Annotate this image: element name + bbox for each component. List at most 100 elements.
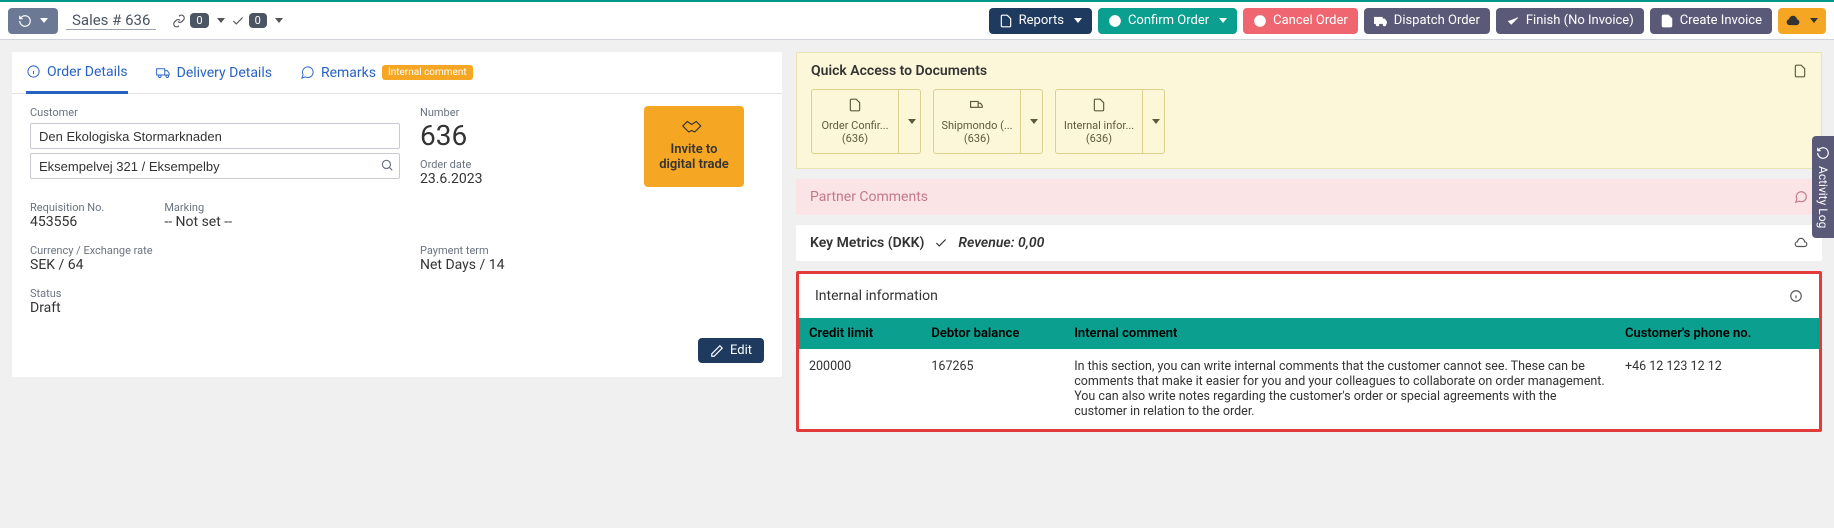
edit-button[interactable]: Edit (698, 338, 764, 363)
internal-info-panel: Internal information Credit limit Debtor… (796, 271, 1822, 432)
invite-label-2: digital trade (659, 157, 729, 172)
doc-name: Order Confir... (816, 119, 894, 132)
tab-label: Remarks (321, 65, 376, 81)
td-comment: In this section, you can write internal … (1064, 349, 1615, 429)
status-val: Draft (30, 300, 400, 316)
key-metrics-panel[interactable]: Key Metrics (DKK) Revenue: 0,00 (796, 225, 1822, 261)
check-pill[interactable]: 0 (231, 13, 283, 28)
check-count: 0 (249, 13, 267, 28)
check-icon (934, 236, 948, 250)
right-column: Quick Access to Documents Order Confir..… (796, 52, 1822, 432)
link-pill[interactable]: 0 (172, 13, 224, 28)
document-icon (999, 14, 1013, 28)
marking-val: -- Not set -- (164, 214, 232, 230)
number-label: Number (420, 106, 624, 119)
req-marking-row: Requisition No. 453556 Marking -- Not se… (30, 201, 400, 230)
number-val: 636 (420, 119, 624, 152)
doc-name: Shipmondo (... (938, 119, 1016, 132)
cancel-icon (1253, 14, 1267, 28)
orderdate-val: 23.6.2023 (420, 171, 624, 187)
dispatch-button[interactable]: Dispatch Order (1364, 8, 1490, 34)
customer-label: Customer (30, 106, 400, 119)
th-debtor: Debtor balance (921, 318, 1064, 349)
dispatch-label: Dispatch Order (1394, 13, 1480, 28)
reports-button[interactable]: Reports (989, 8, 1092, 34)
sales-title[interactable]: Sales # 636 (66, 11, 156, 30)
tab-delivery-details[interactable]: Delivery Details (156, 52, 272, 93)
payterm-block: Payment term Net Days / 14 (420, 244, 624, 316)
activity-log-label: Activity Log (1816, 166, 1830, 228)
main-area: Order Details Delivery Details Remarks I… (0, 40, 1834, 444)
invite-button[interactable]: Invite todigital trade (644, 106, 744, 187)
payterm-val: Net Days / 14 (420, 257, 624, 273)
top-bar: Sales # 636 0 0 Reports Confirm Order Ca (0, 0, 1834, 40)
edit-label: Edit (730, 343, 752, 358)
table-row: 200000 167265 In this section, you can w… (799, 349, 1819, 429)
chevron-down-icon (908, 119, 916, 124)
doc-num: (636) (964, 132, 990, 145)
td-phone: +46 12 123 12 12 (1615, 349, 1819, 429)
th-comment: Internal comment (1064, 318, 1615, 349)
top-bar-right: Reports Confirm Order Cancel Order Dispa… (989, 8, 1826, 34)
internal-info-table: Credit limit Debtor balance Internal com… (799, 318, 1819, 429)
check-circle-icon (1108, 14, 1122, 28)
history-button[interactable] (8, 8, 58, 34)
activity-log-tab[interactable]: Activity Log (1812, 136, 1834, 238)
marking-label: Marking (164, 201, 232, 214)
invite-label-1: Invite to (670, 142, 717, 157)
currency-block: Currency / Exchange rate SEK / 64 Status… (30, 244, 400, 316)
doc-card-row: Order Confir... (636) Shipmondo (... (63… (811, 89, 1807, 154)
cloud-button[interactable] (1778, 8, 1826, 34)
info-icon[interactable] (1789, 289, 1803, 303)
document-icon[interactable] (1793, 64, 1807, 78)
history-icon (18, 14, 32, 28)
doc-card-order-confirmation[interactable]: Order Confir... (636) (811, 89, 921, 154)
doc-dropdown[interactable] (1020, 90, 1042, 153)
customer-address-input[interactable] (30, 153, 400, 179)
doc-card-shipmondo[interactable]: Shipmondo (... (636) (933, 89, 1043, 154)
search-icon[interactable] (380, 158, 394, 172)
currency-val: SEK / 64 (30, 257, 400, 273)
chevron-down-icon (40, 18, 48, 23)
remarks-tag: Internal comment (382, 65, 473, 80)
reports-label: Reports (1019, 13, 1064, 28)
check-icon (1506, 14, 1520, 28)
doc-num: (636) (842, 132, 868, 145)
payterm-label: Payment term (420, 244, 624, 257)
chat-icon (1794, 190, 1808, 204)
chevron-down-icon (1030, 119, 1038, 124)
td-debtor: 167265 (921, 349, 1064, 429)
order-card: Order Details Delivery Details Remarks I… (12, 52, 782, 377)
truck-icon (156, 65, 171, 80)
create-invoice-label: Create Invoice (1680, 13, 1762, 28)
confirm-label: Confirm Order (1128, 13, 1209, 28)
doc-card-internal-info[interactable]: Internal infor... (636) (1055, 89, 1165, 154)
doc-name: Internal infor... (1060, 119, 1138, 132)
doc-dropdown[interactable] (898, 90, 920, 153)
link-count: 0 (190, 13, 208, 28)
quick-access-title: Quick Access to Documents (811, 63, 987, 79)
th-phone: Customer's phone no. (1615, 318, 1819, 349)
tabs-row: Order Details Delivery Details Remarks I… (12, 52, 782, 94)
cancel-button[interactable]: Cancel Order (1243, 8, 1358, 34)
revenue: Revenue: 0,00 (958, 235, 1044, 251)
doc-dropdown[interactable] (1142, 90, 1164, 153)
create-invoice-button[interactable]: Create Invoice (1650, 8, 1772, 34)
tab-remarks[interactable]: Remarks Internal comment (300, 52, 473, 93)
top-bar-left: Sales # 636 0 0 (8, 8, 283, 34)
document-icon (1092, 98, 1106, 112)
quick-access-panel: Quick Access to Documents Order Confir..… (796, 52, 1822, 169)
tab-order-details[interactable]: Order Details (26, 53, 128, 94)
partner-comments-panel[interactable]: Partner Comments (796, 179, 1822, 215)
currency-label: Currency / Exchange rate (30, 244, 400, 257)
check-icon (231, 14, 245, 28)
tab-label: Delivery Details (177, 65, 272, 81)
link-icon (172, 14, 186, 28)
confirm-button[interactable]: Confirm Order (1098, 8, 1237, 34)
orderdate-label: Order date (420, 158, 624, 171)
chevron-down-icon (275, 18, 283, 23)
info-icon (26, 64, 41, 79)
document-icon (848, 98, 862, 112)
finish-button[interactable]: Finish (No Invoice) (1496, 8, 1644, 34)
customer-name-input[interactable] (30, 123, 400, 149)
